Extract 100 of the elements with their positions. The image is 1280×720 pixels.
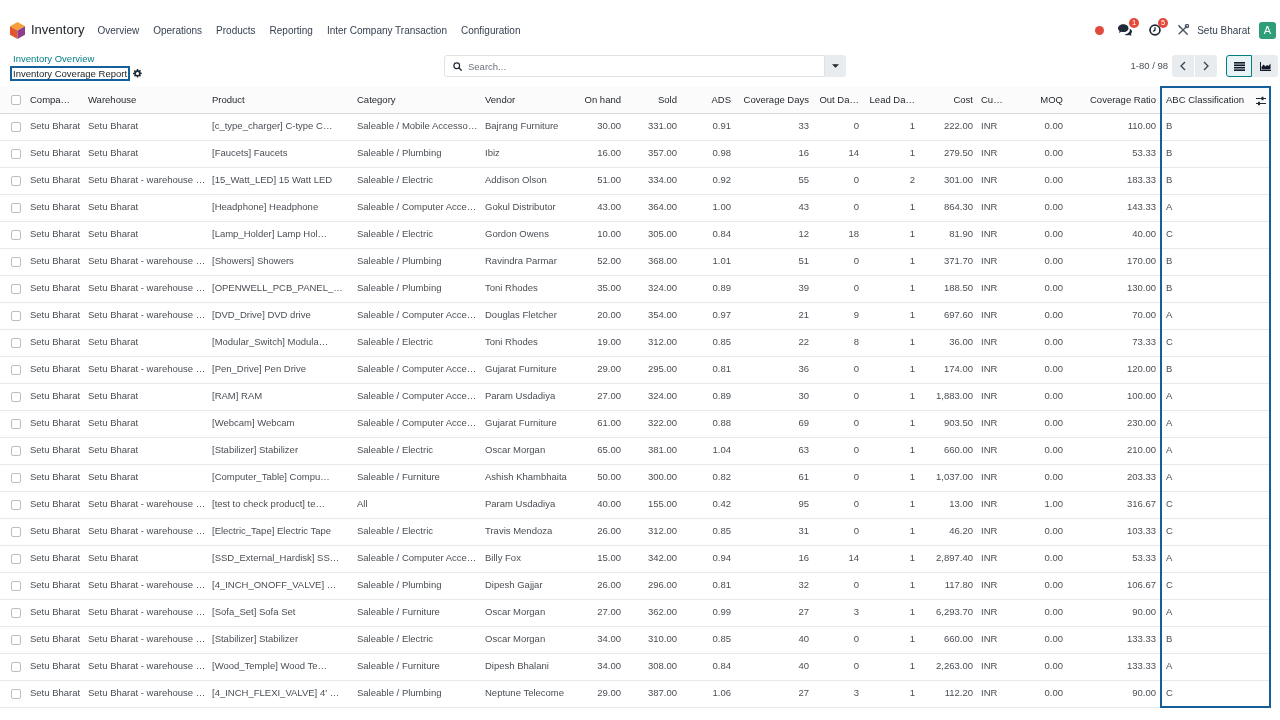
- table-cell: 0: [813, 113, 863, 140]
- clock-icon[interactable]: [1149, 24, 1162, 36]
- previous-page-button[interactable]: [1172, 55, 1194, 77]
- table-cell: Saleable / Computer Acce…: [353, 410, 481, 437]
- table-cell: 1: [863, 437, 919, 464]
- table-cell: Gujarat Furniture: [481, 410, 573, 437]
- table-cell: Setu Bharat: [26, 572, 84, 599]
- table-cell: A: [1161, 194, 1270, 221]
- status-dot-icon[interactable]: [1095, 25, 1105, 35]
- row-checkbox[interactable]: [11, 634, 21, 645]
- graph-view-button[interactable]: [1252, 55, 1278, 77]
- column-header[interactable]: MOQ: [1013, 87, 1067, 113]
- column-header[interactable]: Category: [353, 87, 481, 113]
- area-chart-icon: [1259, 61, 1271, 71]
- table-cell: [c_type_charger] C-type C…: [208, 113, 353, 140]
- row-checkbox[interactable]: [11, 283, 21, 294]
- column-header[interactable]: ADS: [681, 87, 735, 113]
- column-header[interactable]: ABC Classification: [1161, 87, 1270, 113]
- table-cell: 331.00: [625, 113, 681, 140]
- menu-item[interactable]: Inter Company Transaction: [326, 22, 447, 38]
- row-checkbox[interactable]: [11, 256, 21, 267]
- table-cell: Setu Bharat: [26, 194, 84, 221]
- row-checkbox[interactable]: [11, 364, 21, 375]
- breadcrumb-link[interactable]: Inventory Overview: [10, 51, 98, 66]
- menu-item[interactable]: Products: [216, 22, 256, 38]
- column-header[interactable]: Lead Da…: [863, 87, 919, 113]
- column-header[interactable]: Cu…: [977, 87, 1013, 113]
- column-header[interactable]: On hand: [573, 87, 625, 113]
- table-cell: 0.00: [1013, 653, 1067, 680]
- table-cell: 1: [863, 302, 919, 329]
- column-header[interactable]: Warehouse: [84, 87, 208, 113]
- pager-value[interactable]: 1-80 / 98: [1130, 58, 1168, 74]
- table-cell: 0: [813, 194, 863, 221]
- next-page-button[interactable]: [1195, 55, 1217, 77]
- table-cell: Saleable / Computer Acce…: [353, 545, 481, 572]
- column-header[interactable]: Compa…: [26, 87, 84, 113]
- search-field[interactable]: Search...: [444, 55, 825, 77]
- row-checkbox[interactable]: [11, 688, 21, 699]
- search-input[interactable]: Search...: [468, 56, 820, 76]
- row-checkbox[interactable]: [11, 472, 21, 483]
- menu-item[interactable]: Operations: [153, 22, 203, 38]
- cube-icon[interactable]: [10, 21, 25, 39]
- table-cell: Ravindra Parmar: [481, 248, 573, 275]
- table-cell: Setu Bharat - warehouse …: [84, 356, 208, 383]
- row-checkbox[interactable]: [11, 391, 21, 402]
- table-cell: 0.98: [681, 140, 735, 167]
- table-cell: Setu Bharat: [26, 221, 84, 248]
- row-checkbox[interactable]: [11, 661, 21, 672]
- table-cell: 1: [863, 410, 919, 437]
- row-checkbox[interactable]: [11, 337, 21, 348]
- gear-icon[interactable]: [133, 69, 143, 78]
- table-cell: 22: [735, 329, 813, 356]
- chat-icon[interactable]: [1118, 24, 1133, 36]
- row-checkbox[interactable]: [11, 526, 21, 537]
- app-name[interactable]: Inventory: [31, 20, 85, 40]
- table-cell: 65.00: [573, 437, 625, 464]
- row-checkbox[interactable]: [11, 418, 21, 429]
- table-cell: 1: [863, 113, 919, 140]
- table-cell: Setu Bharat - warehouse …: [84, 302, 208, 329]
- row-checkbox[interactable]: [11, 121, 21, 132]
- list-view-button[interactable]: [1226, 55, 1252, 77]
- table-cell: 53.33: [1067, 140, 1161, 167]
- column-header[interactable]: Sold: [625, 87, 681, 113]
- row-checkbox[interactable]: [11, 580, 21, 591]
- row-checkbox[interactable]: [11, 148, 21, 159]
- table-cell: 39: [735, 275, 813, 302]
- column-header[interactable]: Product: [208, 87, 353, 113]
- menu-item[interactable]: Overview: [97, 22, 140, 38]
- menu-item[interactable]: Reporting: [269, 22, 313, 38]
- table-cell: 1: [863, 572, 919, 599]
- menu-item[interactable]: Configuration: [461, 22, 521, 38]
- table-cell: Ibiz: [481, 140, 573, 167]
- table-cell: 103.33: [1067, 518, 1161, 545]
- row-checkbox[interactable]: [11, 499, 21, 510]
- row-checkbox[interactable]: [11, 445, 21, 456]
- column-header[interactable]: Coverage Ratio: [1067, 87, 1161, 113]
- table-cell: 364.00: [625, 194, 681, 221]
- row-checkbox[interactable]: [11, 202, 21, 213]
- column-header[interactable]: Vendor: [481, 87, 573, 113]
- row-checkbox[interactable]: [11, 553, 21, 564]
- table-cell: 0.00: [1013, 221, 1067, 248]
- select-all-checkbox[interactable]: [11, 94, 21, 105]
- search-options-button[interactable]: [825, 55, 846, 77]
- table-cell: Setu Bharat: [84, 437, 208, 464]
- row-checkbox[interactable]: [11, 310, 21, 321]
- column-header[interactable]: Out Da…: [813, 87, 863, 113]
- tools-icon[interactable]: [1177, 24, 1190, 36]
- table-cell: Setu Bharat: [26, 140, 84, 167]
- table-cell: 1,037.00: [919, 464, 977, 491]
- column-header[interactable]: Coverage Days: [735, 87, 813, 113]
- company-name[interactable]: Setu Bharat: [1197, 22, 1250, 38]
- sliders-icon[interactable]: [1256, 96, 1266, 106]
- row-checkbox[interactable]: [11, 175, 21, 186]
- row-checkbox[interactable]: [11, 607, 21, 618]
- column-header[interactable]: Cost: [919, 87, 977, 113]
- table-cell: 6,293.70: [919, 599, 977, 626]
- table-cell: Setu Bharat: [84, 545, 208, 572]
- table-cell: [4_INCH_FLEXI_VALVE] 4' …: [208, 680, 353, 707]
- row-checkbox[interactable]: [11, 229, 21, 240]
- table-cell: 130.00: [1067, 275, 1161, 302]
